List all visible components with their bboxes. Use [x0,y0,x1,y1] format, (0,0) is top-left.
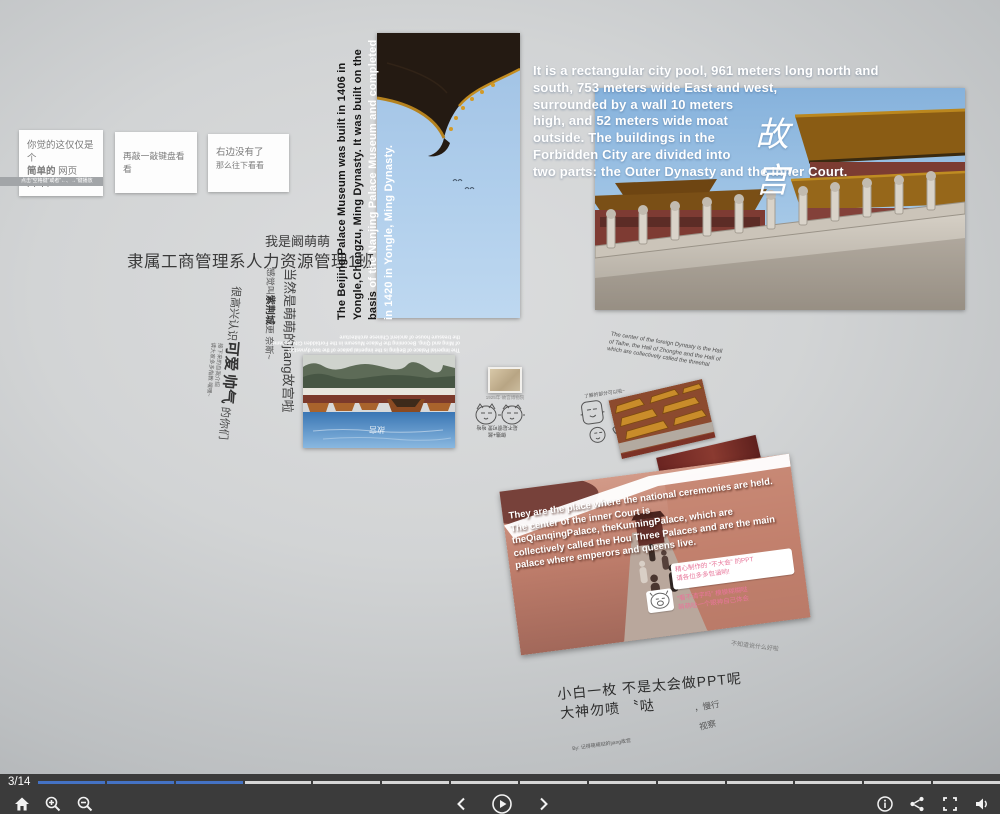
history-line3-black: basis [367,288,379,320]
hint-card-1-line1: 你觉的这仅仅是个 [27,140,94,164]
greeting-post: 的你们 [216,406,231,440]
info-button[interactable] [875,794,895,814]
history-line2: Yongle,Chengzu, Ming Dynasty. It was bui… [351,30,367,320]
progress-segment[interactable] [864,781,931,784]
moat-description: It is a rectangular city pool, 961 meter… [533,63,879,181]
slide-subtitle-b: 紫荆城 [264,295,276,325]
slide-canvas[interactable]: 你觉的这仅仅是个 简单的 网页PPT? 点击“空格键”或者“←、→”键播放 再敲… [0,0,1000,774]
play-icon [491,793,513,814]
progress-segment[interactable] [589,781,656,784]
pig-doodle-icon [646,588,675,613]
zoom-in-icon [44,795,62,813]
zoom-out-button[interactable] [75,794,95,814]
moat-desc-line: surrounded by a wall 10 meters [533,97,879,114]
moat-corner-tower-photo: 故宫 [303,355,455,448]
fullscreen-button[interactable] [940,794,960,814]
moat-desc-line: It is a rectangular city pool, 961 meter… [533,63,879,80]
chevron-left-icon [453,795,471,813]
progress-segment[interactable] [245,781,312,784]
greeting-pre: 很高兴认识 [225,286,242,342]
hint-card-2: 再敲一敲键盘看看 [115,132,197,193]
share-icon [908,795,926,813]
moat-desc-line: two parts: the Outer Dynasty and the Inn… [533,164,879,181]
zoom-in-button[interactable] [43,794,63,814]
info-icon [876,795,894,813]
misc-note: 不知道说什么好啦 [731,638,780,653]
greeting-rotated: 很高兴认识可爱 帅气 的你们 接下来的自我介绍 请大家多多指教 嘿嘿~ [189,283,249,466]
calligraphy-char2: 宫 [755,158,789,204]
calligraphy-char1: 故 [755,112,789,158]
hint-card-3-line2: 那么往下看看 [216,161,264,170]
home-button[interactable] [12,794,32,814]
previous-button[interactable] [452,794,472,814]
page-indicator: 3/14 [8,776,30,788]
presentation-viewer: 你觉的这仅仅是个 简单的 网页PPT? 点击“空格键”或者“←、→”键播放 再敲… [0,0,1000,814]
hint-card-3: 右边没有了 那么往下看看 [208,134,289,192]
volume-button[interactable] [972,794,992,814]
flipped-caption: The Imperial Palace of Beijing is the im… [296,333,460,353]
zoom-out-icon [76,795,94,813]
chevron-right-icon [534,795,552,813]
greeting-bold2: 帅气 [219,373,239,404]
progress-segment[interactable] [658,781,725,784]
greeting-bold1: 可爱 [221,340,241,371]
inner-court-card: They are the place where the national ce… [499,454,810,656]
fullscreen-icon [941,795,959,813]
viewer-toolbar: 3/14 [0,774,1000,814]
hint-card-3-line1: 右边没有了 [216,147,264,158]
progress-segment[interactable] [727,781,794,784]
moat-desc-line: outside. The buildings in the [533,130,879,147]
moat-desc-line: south, 753 meters wide East and west, [533,80,879,97]
progress-segment[interactable] [520,781,587,784]
hint-card-2-line1: 再敲一敲键盘看看 [123,151,185,174]
outro-side2: 视察 [698,717,717,733]
progress-segment[interactable] [451,781,518,784]
progress-segment[interactable] [313,781,380,784]
volume-icon [973,795,991,813]
history-line3-white: of the Nanjing Palace Museum and complet… [367,40,379,288]
moat-desc-line: Forbidden City are divided into [533,147,879,164]
cat-note-line1: 御猫+酱 [470,431,524,438]
progress-bar[interactable] [38,781,1000,784]
history-line1: The Beijing Palace Museum was built in 1… [335,30,351,320]
outro-side1: ，慢行 [693,698,720,714]
outro-credit: By: 记得萌萌哒的jiang故宫 [572,737,632,752]
roof-eave-photo [377,33,520,318]
hint-card-1: 你觉的这仅仅是个 简单的 网页PPT? [19,130,103,196]
hint-strip: 点击“空格键”或者“←、→”键播放 [0,177,103,186]
next-button[interactable] [533,794,553,814]
slide-subtitle-a: 感觉叫 [265,268,275,295]
outer-dynasty-text: The center of the foreign Dynasty is the… [606,331,723,371]
share-button[interactable] [907,794,927,814]
hint-card-1-line2-bold: 简单的 [27,166,56,177]
cat-note-line2: 是不是很可爱 哈哈 [470,424,524,431]
photo-watermark: 故宫 [369,425,385,435]
slide-title-rotated: 当然是萌萌的jiang故宫啦 感觉叫紫荆城更 奈斯~ [263,268,300,449]
calligraphy-gugong: 故 宫 [755,112,789,204]
autoplay-button[interactable] [491,793,513,814]
cat-note: 御猫+酱 是不是很可爱 哈哈 [470,424,524,437]
moat-desc-line: high, and 52 meters wide moat [533,113,879,130]
slide-title: 当然是萌萌的jiang故宫啦 [278,268,300,448]
progress-segment[interactable] [107,781,174,784]
hint-strip-note: 点击“空格键”或者“←、→”键播放 [21,178,93,184]
home-icon [13,795,31,813]
progress-segment[interactable] [933,781,1000,784]
history-vertical-text: The Beijing Palace Museum was built in 1… [335,30,397,320]
progress-segment[interactable] [795,781,862,784]
progress-segment[interactable] [382,781,449,784]
flipped-caption-line: The Imperial Palace of Beijing is the im… [296,346,460,353]
flipped-caption-line: of Ming and Qing. Becoming the Palace Mu… [296,340,460,347]
progress-segment[interactable] [176,781,243,784]
history-line4: in 1420 in Yongle, Ming Dynasty. [382,30,398,320]
progress-segment[interactable] [38,781,105,784]
old-photo [488,367,522,393]
